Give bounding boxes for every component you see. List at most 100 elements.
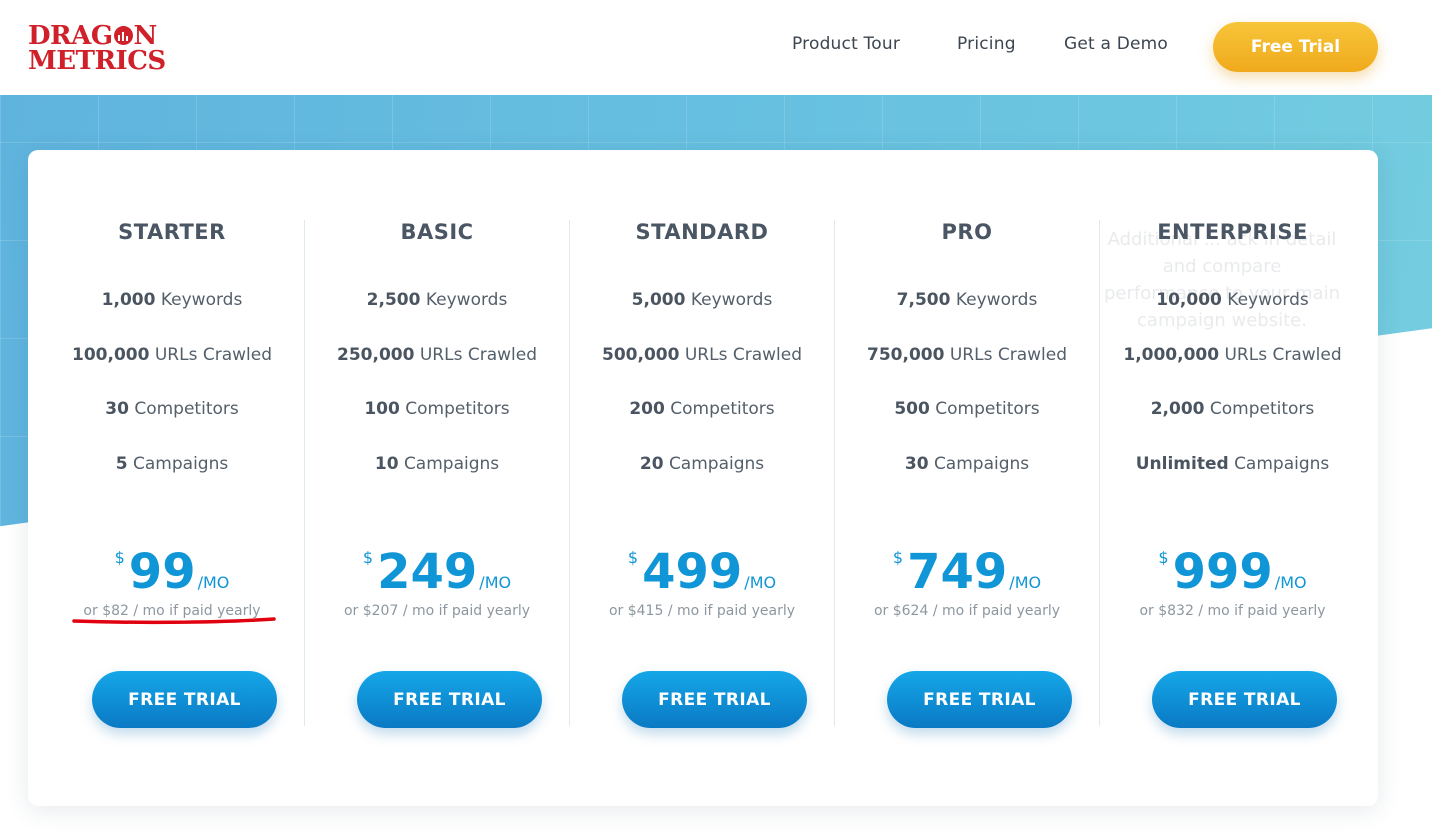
feature-count: 5	[115, 454, 128, 474]
nav-product-tour[interactable]: Product Tour	[792, 34, 900, 58]
feature-label: Campaigns	[403, 454, 500, 474]
feature-campaigns: 10 Campaigns	[305, 454, 569, 474]
plan-name: STARTER	[118, 220, 226, 244]
plan-price: $99/MO	[40, 528, 304, 613]
price-amount: 99	[128, 544, 196, 600]
feature-competitors: 30 Competitors	[40, 399, 304, 419]
feature-count: 1,000	[101, 290, 156, 310]
pricing-card: Additional ... ack in detail and compare…	[28, 150, 1378, 806]
yearly-price-note: or $415 / mo if paid yearly	[608, 603, 796, 619]
feature-count: 500	[894, 399, 930, 419]
plan-standard: STANDARD 5,000 Keywords 500,000 URLs Cra…	[570, 220, 835, 728]
free-trial-button-starter[interactable]: FREE TRIAL	[92, 671, 277, 728]
feature-count: 2,500	[366, 290, 421, 310]
feature-urls: 750,000 URLs Crawled	[835, 345, 1099, 365]
feature-count: 250,000	[337, 345, 415, 365]
red-underline-annotation	[72, 617, 276, 625]
feature-count: Unlimited	[1135, 454, 1229, 474]
feature-label: Competitors	[405, 399, 510, 419]
plan-name: PRO	[941, 220, 993, 244]
plan-pro: PRO 7,500 Keywords 750,000 URLs Crawled …	[835, 220, 1100, 728]
price-amount: 499	[642, 544, 743, 600]
feature-count: 7,500	[896, 290, 951, 310]
logo-chart-icon	[113, 26, 133, 45]
feature-label: Competitors	[134, 399, 239, 419]
feature-campaigns: 20 Campaigns	[570, 454, 834, 474]
price-period: /MO	[479, 573, 512, 592]
feature-label: URLs Crawled	[949, 345, 1067, 365]
feature-competitors: 2,000 Competitors	[1100, 399, 1365, 419]
plan-starter: STARTER 1,000 Keywords 100,000 URLs Craw…	[40, 220, 305, 728]
feature-count: 20	[639, 454, 664, 474]
feature-count: 100,000	[72, 345, 150, 365]
feature-label: Keywords	[690, 290, 773, 310]
feature-campaigns: 5 Campaigns	[40, 454, 304, 474]
site-header: DRAG N METRICS Product Tour Pricing Get a…	[0, 0, 1432, 95]
currency-symbol: $	[627, 548, 639, 567]
feature-count: 100	[364, 399, 400, 419]
feature-label: URLs Crawled	[154, 345, 272, 365]
feature-urls: 250,000 URLs Crawled	[305, 345, 569, 365]
price-amount: 749	[907, 544, 1008, 600]
feature-label: Campaigns	[133, 454, 229, 474]
price-period: /MO	[1274, 573, 1307, 592]
feature-campaigns: Unlimited Campaigns	[1100, 454, 1365, 474]
feature-label: Keywords	[955, 290, 1038, 310]
free-trial-button-standard[interactable]: FREE TRIAL	[622, 671, 807, 728]
currency-symbol: $	[362, 548, 374, 567]
feature-label: Competitors	[670, 399, 775, 419]
feature-label: URLs Crawled	[419, 345, 537, 365]
free-trial-button-enterprise[interactable]: FREE TRIAL	[1152, 671, 1337, 728]
nav-get-a-demo[interactable]: Get a Demo	[1064, 34, 1168, 58]
yearly-price-note: or $832 / mo if paid yearly	[1139, 603, 1326, 619]
feature-label: URLs Crawled	[1224, 345, 1342, 365]
plan-name: STANDARD	[635, 220, 769, 244]
feature-count: 30	[904, 454, 929, 474]
dragon-metrics-logo[interactable]: DRAG N METRICS	[28, 23, 166, 76]
feature-label: Keywords	[1227, 290, 1309, 310]
price-period: /MO	[1009, 573, 1042, 592]
header-free-trial-button[interactable]: Free Trial	[1213, 22, 1378, 72]
feature-urls: 100,000 URLs Crawled	[40, 345, 304, 365]
feature-count: 5,000	[631, 290, 686, 310]
plan-enterprise: ENTERPRISE 10,000 Keywords 1,000,000 URL…	[1100, 220, 1365, 728]
currency-symbol: $	[114, 548, 125, 567]
logo-line-2: METRICS	[28, 46, 166, 76]
feature-count: 200	[629, 399, 665, 419]
feature-keywords: 10,000 Keywords	[1100, 290, 1365, 310]
feature-competitors: 500 Competitors	[835, 399, 1099, 419]
feature-label: Campaigns	[1234, 454, 1330, 474]
feature-label: Keywords	[160, 290, 243, 310]
yearly-price-note: or $624 / mo if paid yearly	[873, 603, 1061, 619]
feature-urls: 1,000,000 URLs Crawled	[1100, 345, 1365, 365]
free-trial-button-basic[interactable]: FREE TRIAL	[357, 671, 542, 728]
feature-urls: 500,000 URLs Crawled	[570, 345, 834, 365]
feature-count: 30	[105, 399, 129, 419]
feature-count: 1,000,000	[1123, 345, 1220, 365]
nav-pricing[interactable]: Pricing	[957, 34, 1016, 58]
price-amount: 249	[377, 544, 478, 600]
price-amount: 999	[1172, 544, 1273, 600]
pricing-page: DRAG N METRICS Product Tour Pricing Get a…	[0, 0, 1432, 836]
feature-keywords: 7,500 Keywords	[835, 290, 1099, 310]
plan-price: $499/MO	[570, 528, 834, 613]
price-period: /MO	[744, 573, 777, 592]
feature-count: 10	[374, 454, 399, 474]
feature-keywords: 2,500 Keywords	[305, 290, 569, 310]
feature-count: 10,000	[1156, 290, 1222, 310]
free-trial-button-pro[interactable]: FREE TRIAL	[887, 671, 1072, 728]
feature-campaigns: 30 Campaigns	[835, 454, 1099, 474]
feature-label: Campaigns	[933, 454, 1030, 474]
feature-count: 500,000	[602, 345, 680, 365]
feature-competitors: 100 Competitors	[305, 399, 569, 419]
feature-keywords: 1,000 Keywords	[40, 290, 304, 310]
feature-count: 750,000	[867, 345, 945, 365]
feature-competitors: 200 Competitors	[570, 399, 834, 419]
feature-label: Campaigns	[668, 454, 765, 474]
plan-price: $999/MO	[1100, 528, 1365, 613]
plan-basic: BASIC 2,500 Keywords 250,000 URLs Crawle…	[305, 220, 570, 728]
feature-label: Keywords	[425, 290, 508, 310]
plan-name: BASIC	[400, 220, 474, 244]
price-period: /MO	[197, 573, 230, 592]
plan-price: $249/MO	[305, 528, 569, 613]
